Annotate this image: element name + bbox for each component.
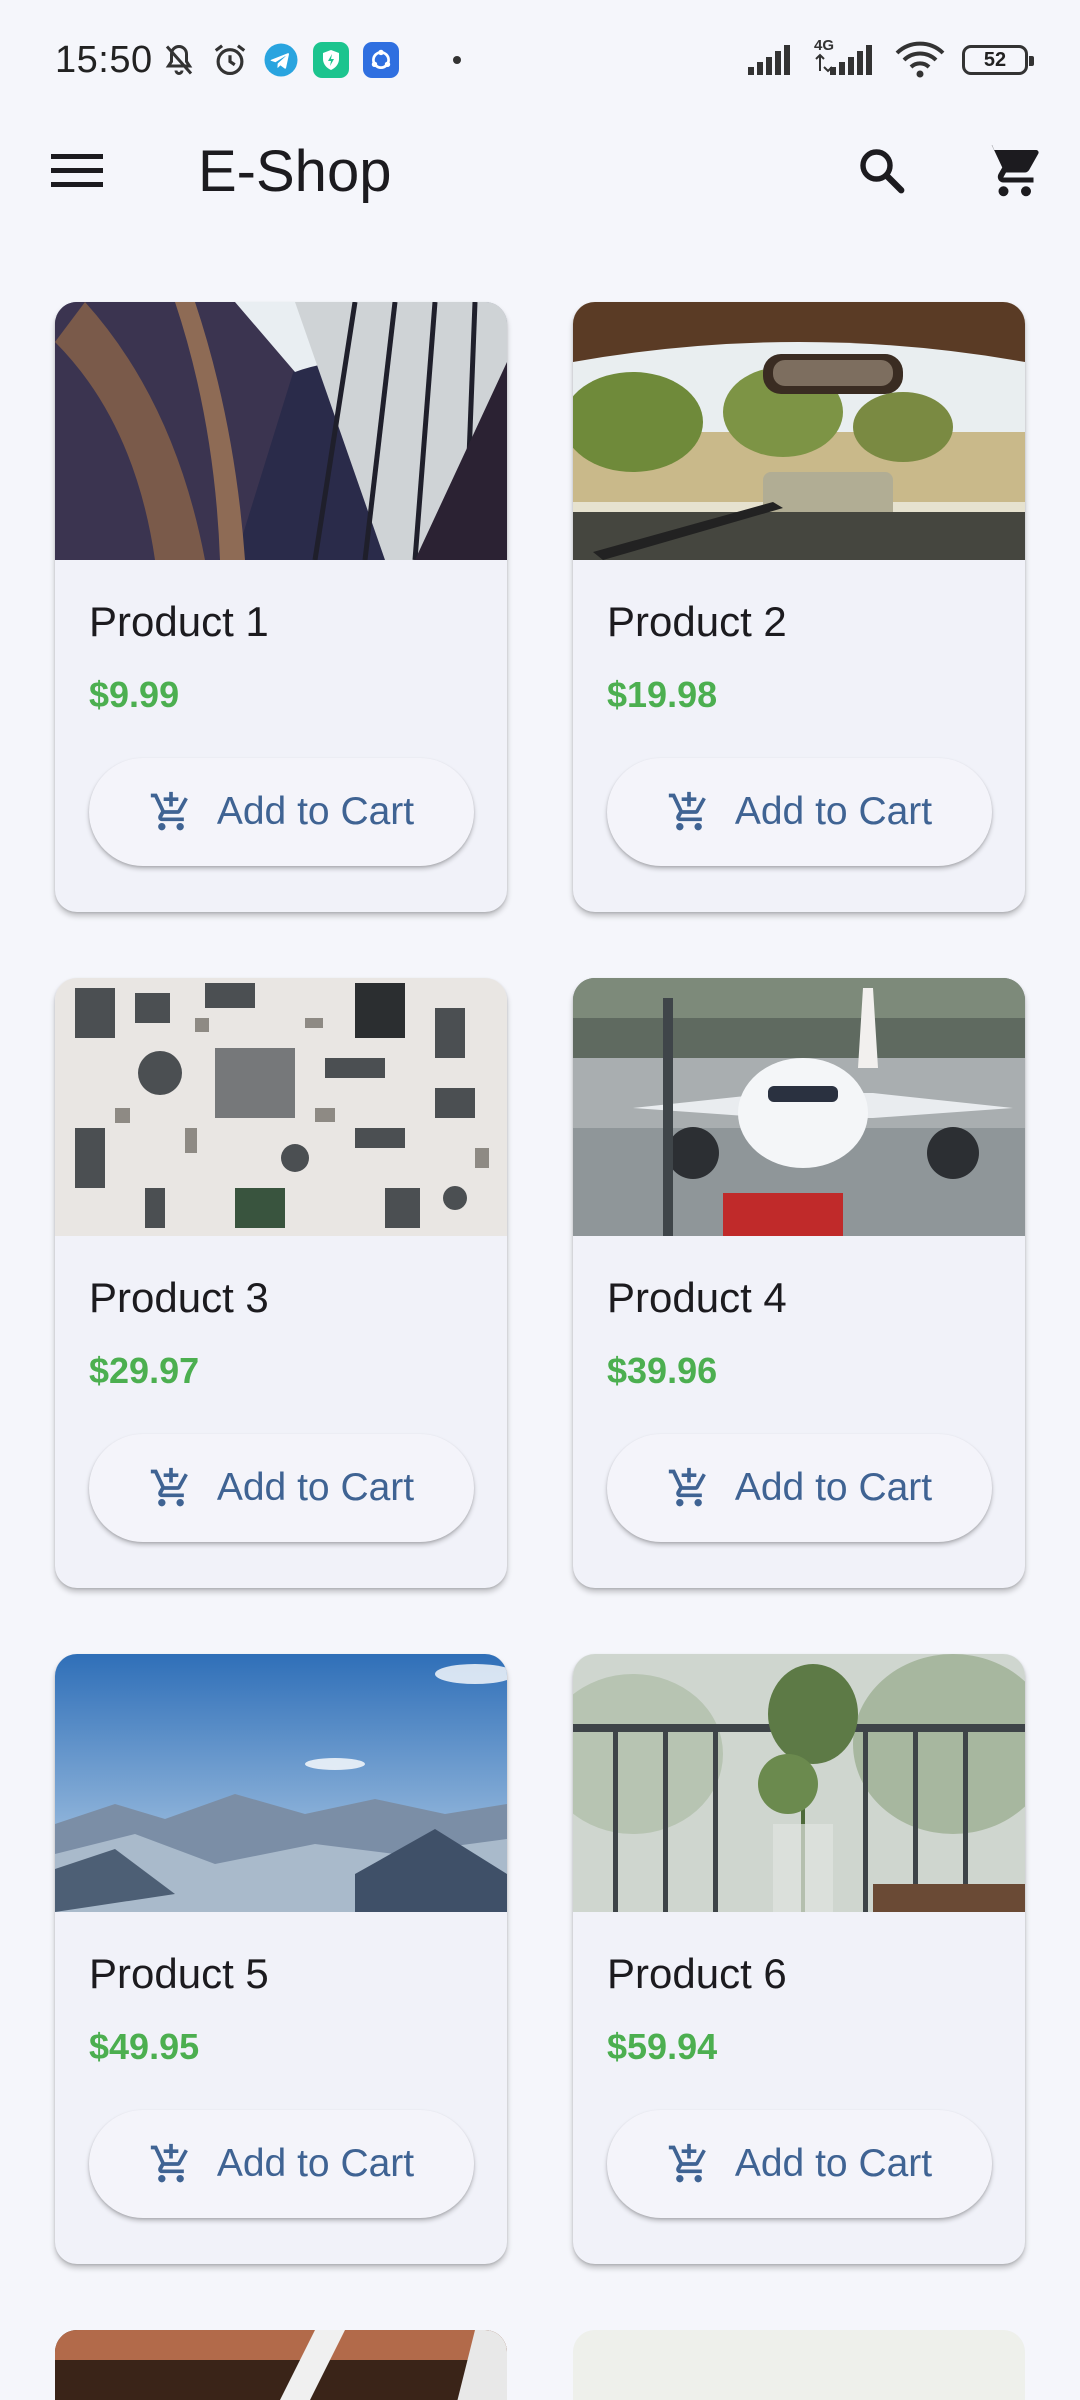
product-card[interactable]: Product 3 $29.97 Add to Cart bbox=[55, 978, 507, 1588]
add-to-cart-label: Add to Cart bbox=[216, 2142, 415, 2185]
add-to-cart-button[interactable]: Add to Cart bbox=[607, 1434, 992, 1542]
network-type-label: 4G bbox=[814, 37, 835, 54]
menu-button[interactable] bbox=[46, 142, 108, 198]
product-image bbox=[573, 978, 1025, 1236]
menu-icon bbox=[51, 154, 103, 187]
product-name: Product 1 bbox=[89, 598, 269, 645]
add-to-cart-label: Add to Cart bbox=[216, 1466, 415, 1509]
add-shopping-cart-icon bbox=[668, 791, 706, 831]
product-name: Product 3 bbox=[89, 1274, 269, 1321]
add-to-cart-label: Add to Cart bbox=[734, 790, 933, 833]
add-to-cart-label: Add to Cart bbox=[734, 2142, 933, 2185]
add-to-cart-label: Add to Cart bbox=[216, 790, 415, 833]
shield-app-icon bbox=[312, 42, 349, 78]
product-card[interactable]: Product 5 $49.95 Add to Cart bbox=[55, 1654, 507, 2264]
wifi-icon bbox=[894, 41, 946, 79]
battery-icon: 52 bbox=[962, 45, 1034, 75]
add-to-cart-button[interactable]: Add to Cart bbox=[89, 1434, 474, 1542]
product-name: Product 4 bbox=[607, 1274, 787, 1321]
add-to-cart-button[interactable]: Add to Cart bbox=[89, 2110, 474, 2218]
product-price: $29.97 bbox=[89, 1350, 200, 1391]
add-shopping-cart-icon bbox=[150, 2143, 188, 2183]
add-to-cart-button[interactable]: Add to Cart bbox=[607, 2110, 992, 2218]
product-price: $39.96 bbox=[607, 1350, 718, 1391]
product-image bbox=[55, 302, 507, 560]
signal-4g-icon: 4G bbox=[812, 37, 878, 77]
product-price: $19.98 bbox=[607, 674, 718, 715]
product-name: Product 6 bbox=[607, 1950, 787, 1997]
app-bar: E-Shop bbox=[0, 120, 1080, 220]
search-icon bbox=[860, 149, 905, 194]
add-to-cart-label: Add to Cart bbox=[734, 1466, 933, 1509]
notification-dot-icon bbox=[452, 56, 461, 64]
sync-app-icon bbox=[362, 42, 399, 78]
product-name: Product 5 bbox=[89, 1950, 269, 1997]
app-title: E-Shop bbox=[198, 139, 392, 204]
product-grid: Product 1 $9.99 Add to Cart Product 2 $1… bbox=[55, 302, 1025, 2264]
product-card[interactable]: Product 4 $39.96 Add to Cart bbox=[573, 978, 1025, 1588]
product-price: $59.94 bbox=[607, 2026, 718, 2067]
signal-icon bbox=[746, 43, 796, 77]
product-card[interactable]: Product 2 $19.98 Add to Cart bbox=[573, 302, 1025, 912]
product-card[interactable]: Product 6 $59.94 Add to Cart bbox=[573, 1654, 1025, 2264]
add-to-cart-button[interactable]: Add to Cart bbox=[607, 758, 992, 866]
add-shopping-cart-icon bbox=[668, 2143, 706, 2183]
partial-row bbox=[55, 2330, 1025, 2400]
product-card-partial[interactable] bbox=[55, 2330, 507, 2400]
cart-button[interactable] bbox=[980, 140, 1042, 200]
status-time: 15:50 bbox=[55, 38, 153, 81]
add-to-cart-button[interactable]: Add to Cart bbox=[89, 758, 474, 866]
add-shopping-cart-icon bbox=[150, 791, 188, 831]
product-name: Product 2 bbox=[607, 598, 787, 645]
product-image bbox=[55, 1654, 507, 1912]
telegram-icon bbox=[263, 42, 299, 78]
add-shopping-cart-icon bbox=[668, 1467, 706, 1507]
search-button[interactable] bbox=[850, 142, 912, 198]
product-card-partial[interactable] bbox=[573, 2330, 1025, 2400]
alarm-icon bbox=[211, 41, 249, 79]
status-icons-left bbox=[161, 41, 461, 79]
mute-bell-icon bbox=[161, 41, 197, 79]
status-bar: 15:50 4G 52 bbox=[0, 0, 1080, 120]
product-image bbox=[573, 302, 1025, 560]
product-card[interactable]: Product 1 $9.99 Add to Cart bbox=[55, 302, 507, 912]
product-price: $9.99 bbox=[89, 674, 180, 715]
product-price: $49.95 bbox=[89, 2026, 200, 2067]
product-image bbox=[55, 978, 507, 1236]
product-image bbox=[573, 1654, 1025, 1912]
status-icons-right: 4G 52 bbox=[746, 37, 1034, 79]
add-shopping-cart-icon bbox=[150, 1467, 188, 1507]
cart-icon bbox=[983, 145, 1039, 197]
